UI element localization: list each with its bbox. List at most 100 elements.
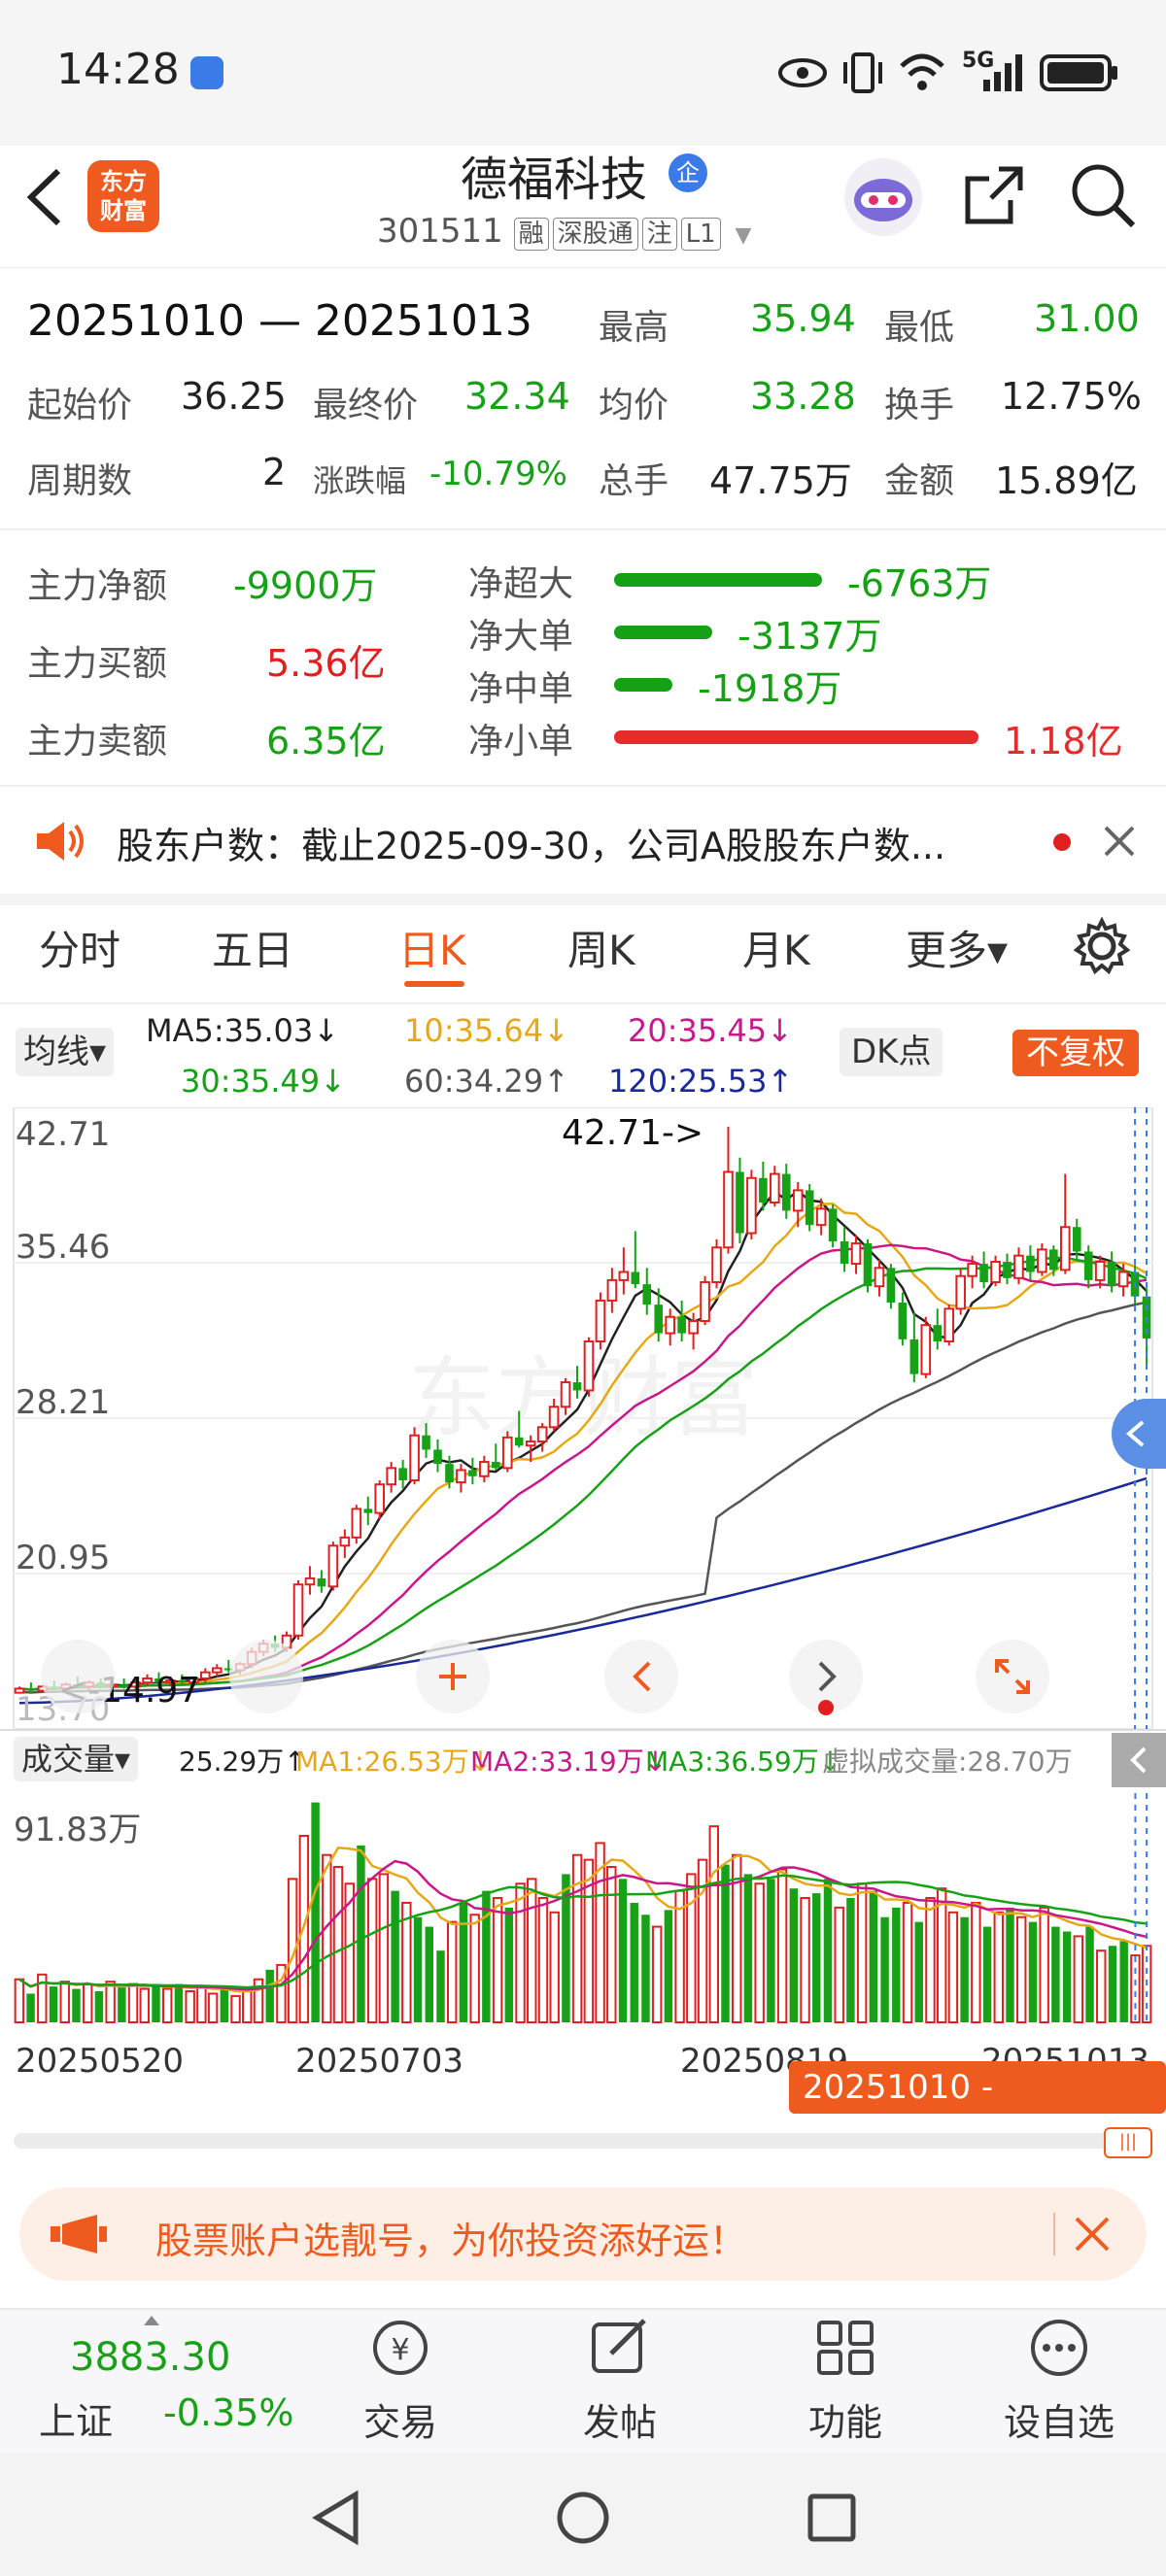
tag-margin: 融 <box>513 218 549 251</box>
volume-bar <box>515 1882 526 2023</box>
volume-bar <box>436 1950 445 2022</box>
index-change: -0.35% <box>163 2391 294 2434</box>
main-sell-value: 6.35亿 <box>266 720 386 763</box>
volume-selector[interactable]: 成交量▾ <box>14 1737 139 1781</box>
nav-trade[interactable]: ¥ 交易 <box>303 2317 497 2446</box>
volume-bar <box>185 1990 195 2024</box>
scroll-right-button[interactable] <box>789 1640 863 1715</box>
candle <box>374 1479 386 1519</box>
candle <box>792 1181 804 1228</box>
flow-item-bar <box>614 573 822 587</box>
amount-value: 15.89亿 <box>995 459 1138 502</box>
adjust-mode-button[interactable]: 不复权 <box>1012 1030 1139 1076</box>
flow-item-value: -1918万 <box>698 667 842 710</box>
volume-chart[interactable] <box>0 1793 1166 2026</box>
divider <box>0 1002 1166 1004</box>
index-ticker[interactable]: 3883.30 上证 -0.35% <box>14 2312 305 2444</box>
dk-point-button[interactable]: DK点 <box>840 1028 943 1076</box>
candle <box>327 1542 339 1591</box>
candle <box>781 1164 791 1219</box>
tab-weekly-k[interactable]: 周K <box>567 918 635 977</box>
ma20-value: 20:35.45↓ <box>628 1012 793 1049</box>
scroll-left-fast-button[interactable] <box>41 1640 115 1713</box>
ma-selector[interactable]: 均线▾ <box>16 1028 115 1076</box>
volume-bar <box>391 1890 399 2022</box>
candle <box>351 1505 362 1544</box>
app-logo[interactable]: 东方 财富 <box>87 160 159 232</box>
turnover-value: 12.75% <box>1001 375 1142 418</box>
scrollbar-handle[interactable]: ||| <box>1104 2127 1152 2158</box>
flow-item-bar <box>614 730 978 744</box>
zoom-in-button[interactable] <box>416 1640 490 1713</box>
change-label: 涨跌幅 <box>313 462 407 499</box>
close-icon[interactable] <box>1102 824 1137 859</box>
chevron-right-icon <box>818 1661 837 1692</box>
candle <box>886 1264 896 1309</box>
volume-bar <box>708 1825 719 2024</box>
nav-watchlist[interactable]: 设自选 <box>962 2317 1156 2446</box>
amount-label: 金额 <box>884 461 955 501</box>
candle <box>840 1227 849 1272</box>
vibrate-icon <box>843 52 882 93</box>
volume-bar <box>459 1902 468 2022</box>
promo-banner[interactable]: 股票账户选靓号，为你投资添好运！ <box>19 2187 1147 2281</box>
recents-square-icon[interactable] <box>805 2491 859 2545</box>
candle <box>211 1664 223 1677</box>
candle <box>631 1231 640 1289</box>
candle <box>909 1312 919 1383</box>
high-annotation: 42.71-> <box>562 1113 704 1153</box>
volume-bar <box>925 1897 936 2023</box>
nav-functions[interactable]: 功能 <box>748 2317 943 2446</box>
robot-assistant-icon[interactable] <box>841 155 925 239</box>
volume-bar <box>527 1878 537 2024</box>
chevron-left-icon[interactable] <box>23 165 66 229</box>
notice-bar[interactable]: 股东户数：截止2025-09-30，公司A股股东户数... <box>0 787 1166 894</box>
volume-bar <box>537 1897 549 2023</box>
gear-icon[interactable] <box>1073 917 1131 975</box>
tab-monthly-k[interactable]: 月K <box>742 918 810 977</box>
speaker-icon <box>37 822 84 861</box>
volume-panel-toggle[interactable] <box>1112 1733 1166 1787</box>
volume-bar <box>697 1858 708 2024</box>
volume-bar <box>332 1866 344 2024</box>
share-icon[interactable] <box>960 161 1028 229</box>
tab-intraday[interactable]: 分时 <box>39 918 120 977</box>
volume-bar <box>230 1994 241 2023</box>
home-circle-icon[interactable] <box>554 2489 612 2547</box>
chart-scrollbar[interactable] <box>14 2133 1150 2149</box>
volume-bar <box>207 1992 219 2023</box>
stock-code-row[interactable]: 301511 融深股通注 L1 ▼ <box>377 212 751 251</box>
nav-functions-label: 功能 <box>807 2401 882 2444</box>
low-label: 最低 <box>884 308 955 348</box>
volume-bar <box>606 1866 617 2024</box>
nav-post[interactable]: 发帖 <box>523 2317 717 2446</box>
main-buy-value: 5.36亿 <box>266 642 386 685</box>
unread-dot <box>1053 833 1071 851</box>
volume-bar <box>26 1993 35 2022</box>
candlestick-chart[interactable]: 东方财富 <box>0 1107 1166 1729</box>
candle <box>642 1268 652 1315</box>
tab-daily-k[interactable]: 日K <box>398 918 466 977</box>
candle <box>805 1184 814 1232</box>
volume-bar <box>982 1926 992 2022</box>
enterprise-badge: 企 <box>669 153 707 192</box>
tab-five-day[interactable]: 五日 <box>212 918 293 977</box>
volume-bar <box>196 1985 207 2023</box>
volume-bar <box>892 1907 901 2022</box>
zoom-out-button[interactable] <box>229 1640 303 1713</box>
change-value: -10.79% <box>429 455 567 493</box>
date-label: 20250520 <box>16 2042 185 2081</box>
turnover-label: 换手 <box>884 386 955 425</box>
candle <box>1003 1253 1012 1285</box>
volume-bar <box>1062 1931 1072 2022</box>
tab-more[interactable]: 更多▾ <box>906 918 1008 977</box>
volume-bar <box>1073 1935 1084 2023</box>
scroll-left-button[interactable] <box>604 1640 678 1713</box>
fullscreen-button[interactable] <box>976 1640 1049 1713</box>
search-icon[interactable] <box>1067 159 1139 231</box>
back-triangle-icon[interactable] <box>309 2489 363 2547</box>
expand-icon <box>995 1659 1030 1694</box>
status-time: 14:28 <box>56 45 180 94</box>
close-icon[interactable] <box>1073 2215 1112 2254</box>
flow-item-label: 净小单 <box>468 722 574 762</box>
